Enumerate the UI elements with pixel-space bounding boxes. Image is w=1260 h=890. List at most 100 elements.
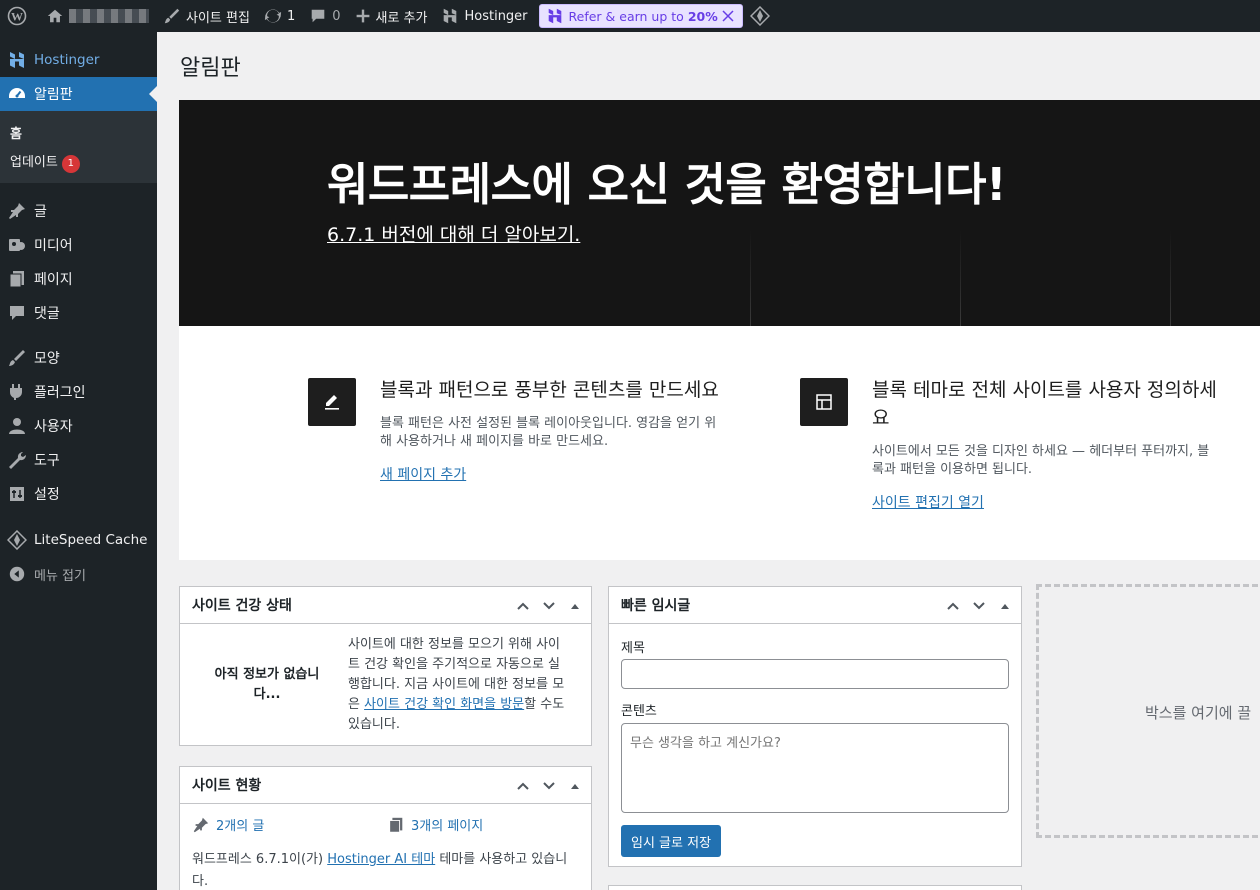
site-health-empty-status: 아직 정보가 없습니 다... — [192, 665, 342, 705]
litespeed-icon — [7, 530, 27, 550]
sidebar-item-plugins[interactable]: 플러그인 — [0, 375, 157, 409]
draft-content-label: 콘텐츠 — [621, 704, 657, 719]
hostinger-logo-icon — [548, 8, 561, 24]
toggle-panel-icon[interactable] — [565, 596, 585, 616]
submenu-updates[interactable]: 업데이트 1 — [10, 151, 80, 173]
welcome-hero: 워드프레스에 오신 것을 환영합니다! 6.7.1 버전에 대해 더 알아보기. — [179, 100, 1260, 326]
new-content-label: 새로 추가 — [375, 10, 428, 26]
wordpress-logo-button[interactable]: W — [0, 0, 39, 32]
page-icon — [389, 817, 403, 833]
hero-decoration — [960, 230, 961, 326]
edit-site-button[interactable]: 사이트 편집 — [156, 0, 257, 32]
save-draft-button[interactable]: 임시 글로 저장 — [621, 825, 722, 857]
sidebar-comments-label: 댓글 — [34, 306, 60, 322]
move-down-icon[interactable] — [969, 596, 989, 616]
toggle-panel-icon[interactable] — [565, 776, 585, 796]
site-health-screen-link[interactable]: 사이트 건강 확인 화면을 방문 — [364, 697, 524, 712]
desc-post: 할 수도 — [524, 697, 565, 712]
dashboard-submenu: 홈 업데이트 1 — [0, 111, 157, 183]
hostinger-label: Hostinger — [464, 8, 528, 24]
move-down-icon[interactable] — [539, 596, 559, 616]
theme-text-line2: 록과 패턴을 이용하면 됩니다. — [872, 462, 1033, 477]
move-up-icon[interactable] — [513, 596, 533, 616]
move-up-icon[interactable] — [513, 776, 533, 796]
home-icon — [47, 9, 63, 23]
updates-button[interactable]: 1 — [257, 0, 302, 32]
sidebar-media-label: 미디어 — [34, 238, 73, 254]
sidebar-settings-label: 설정 — [34, 487, 60, 503]
wrench-icon — [7, 450, 27, 470]
quick-draft-header[interactable]: 빠른 임시글 — [609, 587, 1021, 624]
hero-decoration — [1170, 230, 1171, 326]
submenu-home[interactable]: 홈 — [10, 123, 22, 142]
sidebar-item-pages[interactable]: 페이지 — [0, 262, 157, 296]
draft-content-textarea[interactable] — [621, 723, 1009, 813]
admin-bar: W 사이트 편집 1 0 새로 추가 Hostinger Refer & ear… — [0, 0, 1260, 32]
theme-pre: 워드프레스 6.7.1이(가) — [192, 852, 328, 867]
sidebar-item-settings[interactable]: 설정 — [0, 477, 157, 511]
welcome-panel: 워드프레스에 오신 것을 환영합니다! 6.7.1 버전에 대해 더 알아보기.… — [179, 100, 1260, 560]
at-a-glance-header[interactable]: 사이트 현황 — [180, 767, 591, 804]
at-a-glance-title: 사이트 현황 — [192, 778, 262, 794]
sidebar-users-label: 사용자 — [34, 419, 73, 435]
blocks-text-line2: 해 사용하거나 새 페이지를 바로 만드세요. — [380, 434, 609, 449]
theme-post: 테마를 사용하고 있습니 — [435, 852, 568, 867]
sidebar-item-appearance[interactable]: 모양 — [0, 341, 157, 375]
sidebar-dashboard-label: 알림판 — [34, 87, 73, 103]
sidebar-item-comments[interactable]: 댓글 — [0, 296, 157, 330]
move-down-icon[interactable] — [539, 776, 559, 796]
sidebar-item-posts[interactable]: 글 — [0, 194, 157, 228]
litespeed-adminbar-button[interactable] — [743, 0, 782, 32]
sidebar-item-litespeed[interactable]: LiteSpeed Cache — [0, 523, 157, 557]
version-learn-more-link[interactable]: 6.7.1 버전에 대해 더 알아보기. — [327, 220, 580, 247]
hostinger-menu[interactable]: Hostinger — [434, 0, 534, 32]
site-health-header[interactable]: 사이트 건강 상태 — [180, 587, 591, 624]
toggle-panel-icon[interactable] — [995, 596, 1015, 616]
sidebar-item-users[interactable]: 사용자 — [0, 409, 157, 443]
quick-draft-widget: 빠른 임시글 제목 콘텐츠 임시 글로 저장 — [608, 586, 1022, 867]
pages-count-link[interactable]: 3개의 페이지 — [411, 815, 483, 834]
site-health-widget: 사이트 건강 상태 아직 정보가 없습니 다... 사이트에 대한 정보를 모으… — [179, 586, 592, 746]
pin-icon — [193, 817, 209, 832]
update-count-badge: 1 — [61, 155, 80, 173]
collapse-menu-button[interactable]: 메뉴 접기 — [0, 557, 157, 591]
comment-icon — [311, 9, 325, 23]
sidebar-posts-label: 글 — [34, 204, 47, 220]
theme-link[interactable]: Hostinger AI 테마 — [327, 852, 435, 867]
sidebar-item-hostinger[interactable]: Hostinger — [0, 43, 157, 77]
draft-title-input[interactable] — [621, 659, 1009, 689]
widget-handles — [513, 776, 585, 796]
sidebar-pages-label: 페이지 — [34, 272, 73, 288]
close-icon[interactable] — [722, 10, 734, 22]
sidebar-tools-label: 도구 — [34, 453, 60, 469]
theme-heading-line1: 블록 테마로 전체 사이트를 사용자 정의하세 — [872, 379, 1217, 401]
theme-heading-line2: 요 — [872, 407, 890, 429]
refer-earn-banner[interactable]: Refer & earn up to 20% — [538, 4, 743, 28]
move-up-icon[interactable] — [943, 596, 963, 616]
desc-line1: 사이트에 대한 정보를 모으기 위해 사이 — [348, 637, 561, 652]
posts-count-link[interactable]: 2개의 글 — [216, 815, 264, 834]
drop-area-text: 박스를 여기에 끌 — [1145, 704, 1252, 722]
pages-count-item[interactable]: 3개의 페이지 — [387, 815, 483, 834]
wordpress-icon: W — [7, 6, 27, 26]
hostinger-icon — [444, 8, 457, 24]
sidebar-item-dashboard[interactable]: 알림판 — [0, 77, 157, 111]
empty-status-line1: 아직 정보가 없습니 — [214, 667, 320, 682]
site-name-menu[interactable] — [39, 0, 156, 32]
sidebar-plugins-label: 플러그인 — [34, 385, 86, 401]
comments-button[interactable]: 0 — [302, 0, 347, 32]
site-health-description: 사이트에 대한 정보를 모으기 위해 사이 트 건강 확인을 주기적으로 자동으… — [348, 635, 564, 735]
sidebar-litespeed-label: LiteSpeed Cache — [34, 532, 148, 548]
submenu-updates-label: 업데이트 — [10, 155, 58, 170]
sidebar-item-tools[interactable]: 도구 — [0, 443, 157, 477]
draft-title-label: 제목 — [621, 641, 645, 656]
site-health-title: 사이트 건강 상태 — [192, 598, 292, 614]
open-site-editor-link[interactable]: 사이트 편집기 열기 — [872, 492, 984, 512]
add-new-page-link[interactable]: 새 페이지 추가 — [380, 464, 466, 484]
site-name-blurred — [69, 9, 149, 23]
posts-count-item[interactable]: 2개의 글 — [192, 815, 264, 834]
desc-line3: 행합니다. 지금 사이트에 대한 정보를 모 — [348, 677, 565, 692]
sidebar-item-media[interactable]: 미디어 — [0, 228, 157, 262]
new-content-button[interactable]: 새로 추가 — [348, 0, 435, 32]
brush-icon — [164, 8, 180, 24]
